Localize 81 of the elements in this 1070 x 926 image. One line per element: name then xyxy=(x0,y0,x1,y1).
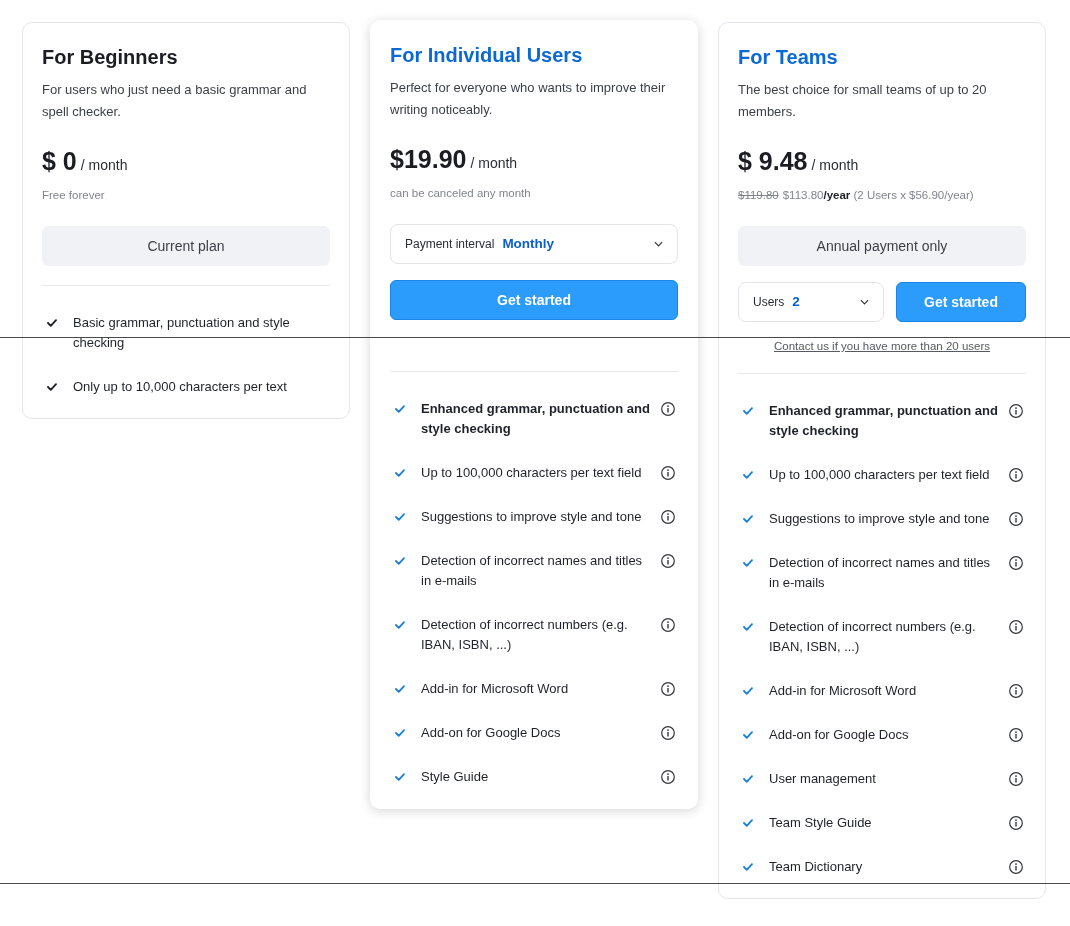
check-icon xyxy=(743,731,753,739)
check-icon xyxy=(47,383,57,391)
price-period: / month xyxy=(470,154,518,173)
feature-text: Add-in for Microsoft Word xyxy=(769,682,918,700)
info-icon[interactable] xyxy=(661,466,675,480)
feature-text: Team Style Guide xyxy=(769,814,873,832)
feature-text: Detection of incorrect numbers (e.g. IBAN, ISBN, ...) xyxy=(421,616,629,654)
dropdown[interactable]: Users 2 xyxy=(738,282,884,322)
chevron-down-icon xyxy=(654,241,663,247)
plan-description: For users who just need a basic grammar and spell checker. xyxy=(42,81,308,121)
check-icon xyxy=(743,471,753,479)
feature-text: Up to 100,000 characters per text field xyxy=(769,466,991,484)
check-icon xyxy=(743,687,753,695)
info-icon[interactable] xyxy=(1009,772,1023,786)
feature-text: Detection of incorrect names and titles in e-mails xyxy=(421,552,644,590)
info-icon[interactable] xyxy=(1009,556,1023,570)
info-icon[interactable] xyxy=(661,770,675,784)
check-icon xyxy=(743,863,753,871)
info-icon[interactable] xyxy=(661,618,675,632)
dropdown[interactable]: Payment interval Monthly xyxy=(390,224,678,264)
chevron-down-icon xyxy=(860,299,869,305)
check-icon xyxy=(743,819,753,827)
plan-title: For Beginners xyxy=(42,45,179,70)
check-icon xyxy=(47,319,57,327)
feature-text: User management xyxy=(769,770,877,788)
feature-text: Enhanced grammar, punctuation and style checking xyxy=(421,400,651,438)
info-icon[interactable] xyxy=(1009,512,1023,526)
plan-title: For Teams xyxy=(738,45,839,70)
plan-title: For Individual Users xyxy=(390,43,584,68)
feature-text: Team Dictionary xyxy=(769,858,864,876)
check-icon xyxy=(395,773,405,781)
check-icon xyxy=(395,557,405,565)
price-note: Free forever xyxy=(42,189,105,201)
info-icon[interactable] xyxy=(661,402,675,416)
check-icon xyxy=(395,405,405,413)
feature-text: Add-on for Google Docs xyxy=(421,724,562,742)
feature-text: Suggestions to improve style and tone xyxy=(421,508,643,526)
old-price: $119.80 xyxy=(738,189,779,201)
check-icon xyxy=(743,407,753,415)
feature-text: Up to 100,000 characters per text field xyxy=(421,464,643,482)
plan-status-panel: Annual payment only xyxy=(738,226,1026,266)
check-icon xyxy=(395,469,405,477)
price-note: $113.80/year (2 Users x $56.90/year) xyxy=(782,189,974,201)
feature-text: Suggestions to improve style and tone xyxy=(769,510,991,528)
info-icon[interactable] xyxy=(1009,860,1023,874)
check-icon xyxy=(395,621,405,629)
check-icon xyxy=(743,623,753,631)
contact-link[interactable]: Contact us if you have more than 20 users xyxy=(773,338,991,354)
info-icon[interactable] xyxy=(661,554,675,568)
feature-text: Detection of incorrect names and titles in e-mails xyxy=(769,554,992,592)
check-icon xyxy=(395,685,405,693)
check-icon xyxy=(743,559,753,567)
feature-text: Enhanced grammar, punctuation and style checking xyxy=(769,402,999,440)
info-icon[interactable] xyxy=(1009,620,1023,634)
info-icon[interactable] xyxy=(661,682,675,696)
plan-status-panel: Current plan xyxy=(42,226,330,266)
plan-description: Perfect for everyone who wants to improve their writing noticeably. xyxy=(390,79,667,119)
price-period: / month xyxy=(80,156,128,175)
feature-text: Add-on for Google Docs xyxy=(769,726,910,744)
info-icon[interactable] xyxy=(661,726,675,740)
info-icon[interactable] xyxy=(1009,728,1023,742)
feature-text: Add-in for Microsoft Word xyxy=(421,680,570,698)
info-icon[interactable] xyxy=(1009,816,1023,830)
plan-description: The best choice for small teams of up to 20 members. xyxy=(738,81,988,121)
check-icon xyxy=(743,515,753,523)
price-amount: $ 0 xyxy=(42,146,77,177)
info-icon[interactable] xyxy=(1009,404,1023,418)
feature-text: Only up to 10,000 characters per text xyxy=(73,378,288,396)
check-icon xyxy=(395,729,405,737)
info-icon[interactable] xyxy=(1009,468,1023,482)
price-amount: $19.90 xyxy=(390,144,467,175)
info-icon[interactable] xyxy=(661,510,675,524)
feature-text: Detection of incorrect numbers (e.g. IBAN, ISBN, ...) xyxy=(769,618,977,656)
price-amount: $ 9.48 xyxy=(738,146,808,177)
feature-text: Basic grammar, punctuation and style checking xyxy=(73,314,291,352)
check-icon xyxy=(743,775,753,783)
price-note: can be canceled any month xyxy=(390,187,531,199)
info-icon[interactable] xyxy=(1009,684,1023,698)
feature-text: Style Guide xyxy=(421,768,490,786)
price-period: / month xyxy=(811,156,859,175)
check-icon xyxy=(395,513,405,521)
